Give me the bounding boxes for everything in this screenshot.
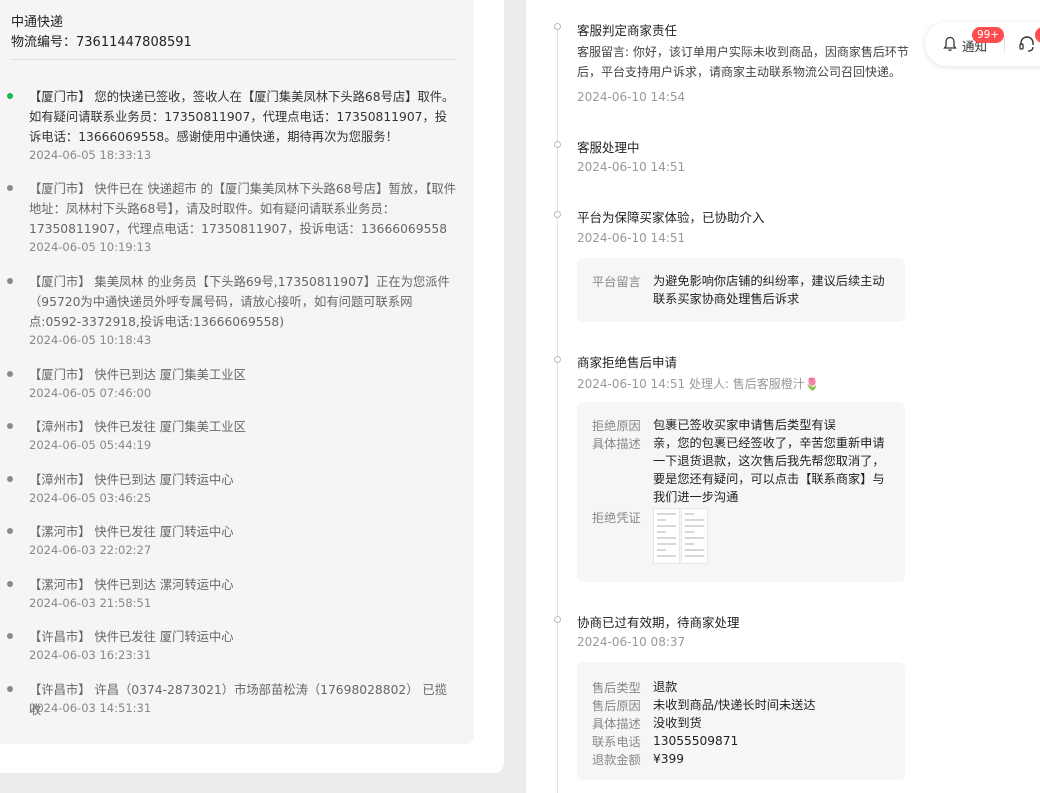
- status-dot-icon: [7, 633, 13, 639]
- status-dot-icon: [7, 185, 13, 191]
- logistics-card: 中通快递 物流编号：73611447808591 【厦门市】 您的快递已签收，签…: [0, 0, 474, 744]
- status-dot-icon: [7, 278, 13, 284]
- detail-key: 拒绝凭证: [592, 511, 641, 525]
- headset-icon[interactable]: [1018, 35, 1036, 53]
- tracking-event-time: 2024-06-03 16:23:31: [29, 648, 152, 662]
- tracking-event-time: 2024-06-05 03:46:25: [29, 491, 152, 505]
- tracking-event-text: 【厦门市】 快件已到达 厦门集美工业区: [29, 368, 246, 382]
- aftersale-timeline-panel: 客服判定商家责任 客服留言: 你好，该订单用户实际未收到商品，因商家售后环节 后…: [526, 0, 1040, 793]
- detail-value: ¥399: [653, 752, 685, 766]
- step-time: 2024-06-10 14:51 处理人: 售后客服橙汁🌷: [577, 377, 820, 391]
- status-dot-icon: [7, 581, 13, 587]
- tracking-event-time: 2024-06-03 14:51:31: [29, 701, 152, 715]
- notify-badge: 99+: [972, 27, 1005, 43]
- detail-value: 亲，您的包裹已经签收了，辛苦您重新申请一下退货退款，这次售后我先帮您取消了，要是…: [653, 436, 885, 504]
- detail-value: 没收到货: [653, 716, 702, 730]
- status-dot-icon: [7, 686, 13, 692]
- detail-value: 包裹已签收买家申请售后类型有误: [653, 418, 836, 432]
- status-dot-icon: [7, 93, 13, 99]
- tracking-event-time: 2024-06-05 05:44:19: [29, 438, 152, 452]
- status-dot-icon: [7, 371, 13, 377]
- service-message: 客服留言: 你好，该订单用户实际未收到商品，因商家售后环节: [577, 45, 909, 59]
- tracking-event-text: 【厦门市】 集美凤林 的业务员【下头路69号,17350811907】正在为您派…: [29, 275, 450, 329]
- step-title: 协商已过有效期，待商家处理: [577, 615, 740, 630]
- tracking-event-time: 2024-06-05 10:19:13: [29, 240, 152, 254]
- detail-key: 联系电话: [592, 735, 641, 749]
- timeline-node-icon: [554, 356, 561, 363]
- detail-key: 平台留言: [592, 275, 641, 289]
- platform-message-box: 平台留言 为避免影响你店铺的纠纷率，建议后续主动联系买家协商处理售后诉求: [577, 258, 905, 322]
- step-title: 商家拒绝售后申请: [577, 355, 678, 370]
- tracking-event-text: 【漳州市】 快件已发往 厦门集美工业区: [29, 420, 246, 434]
- divider: [1004, 36, 1005, 52]
- tracking-event-time: 2024-06-05 18:33:13: [29, 148, 152, 162]
- detail-key: 拒绝原因: [592, 419, 641, 433]
- proof-thumbnail[interactable]: [681, 508, 708, 564]
- tracking-event-text: 【许昌市】 快件已发往 厦门转运中心: [29, 630, 234, 644]
- tracking-event-text: 【厦门市】 您的快递已签收，签收人在【厦门集美凤林下头路68号店】取件。如有疑问…: [29, 90, 455, 144]
- detail-key: 退款金额: [592, 753, 641, 767]
- step-time: 2024-06-10 14:51: [577, 231, 686, 245]
- detail-key: 具体描述: [592, 437, 641, 451]
- courier-name: 中通快递: [11, 15, 64, 30]
- detail-key: 售后原因: [592, 699, 641, 713]
- step-time: 2024-06-10 14:51: [577, 160, 686, 174]
- step-title: 平台为保障买家体验，已协助介入: [577, 210, 765, 225]
- proof-thumbnail[interactable]: [653, 508, 680, 564]
- tracking-event-time: 2024-06-03 22:02:27: [29, 543, 152, 557]
- timeline-node-icon: [554, 141, 561, 148]
- bell-icon[interactable]: [943, 36, 957, 52]
- status-dot-icon: [7, 528, 13, 534]
- status-dot-icon: [7, 423, 13, 429]
- floating-toolbar: 通知 99+: [925, 22, 1040, 66]
- detail-value: 13055509871: [653, 734, 739, 748]
- detail-key: 售后类型: [592, 681, 641, 695]
- aftersale-info-box: 售后类型 退款 售后原因 未收到商品/快递长时间未送达 具体描述 没收到货 联系…: [577, 662, 905, 780]
- tracking-event-text: 【厦门市】 快件已在 快递超市 的【厦门集美凤林下头路68号店】暂放，【取件地址…: [29, 182, 457, 236]
- tracking-event-text: 【漳州市】 快件已到达 厦门转运中心: [29, 473, 234, 487]
- timeline-node-icon: [554, 616, 561, 623]
- tracking-number[interactable]: 物流编号：73611447808591: [11, 31, 192, 50]
- step-title: 客服判定商家责任: [577, 23, 678, 38]
- status-dot-icon: [7, 476, 13, 482]
- step-time: 2024-06-10 14:54: [577, 90, 686, 104]
- detail-value: 为避免影响你店铺的纠纷率，建议后续主动联系买家协商处理售后诉求: [653, 274, 885, 306]
- detail-value: 退款: [653, 680, 678, 694]
- step-title: 客服处理中: [577, 140, 640, 155]
- detail-key: 具体描述: [592, 717, 641, 731]
- divider: [11, 59, 457, 60]
- step-time: 2024-06-10 08:37: [577, 635, 686, 649]
- tracking-event-time: 2024-06-03 21:58:51: [29, 596, 152, 610]
- detail-value: 未收到商品/快递长时间未送达: [653, 698, 816, 712]
- service-message: 后，平台支持用户诉求，请商家主动联系物流公司召回快递。: [577, 65, 902, 79]
- tracking-event-time: 2024-06-05 07:46:00: [29, 386, 152, 400]
- timeline-node-icon: [554, 23, 561, 30]
- tracking-event-time: 2024-06-05 10:18:43: [29, 333, 152, 347]
- tracking-event-text: 【漯河市】 快件已到达 漯河转运中心: [29, 578, 234, 592]
- logistics-panel: 中通快递 物流编号：73611447808591 【厦门市】 您的快递已签收，签…: [0, 0, 504, 773]
- tracking-event-text: 【漯河市】 快件已发往 厦门转运中心: [29, 525, 234, 539]
- reject-detail-box: 拒绝原因 包裹已签收买家申请售后类型有误 具体描述 亲，您的包裹已经签收了，辛苦…: [577, 402, 905, 582]
- timeline-node-icon: [554, 211, 561, 218]
